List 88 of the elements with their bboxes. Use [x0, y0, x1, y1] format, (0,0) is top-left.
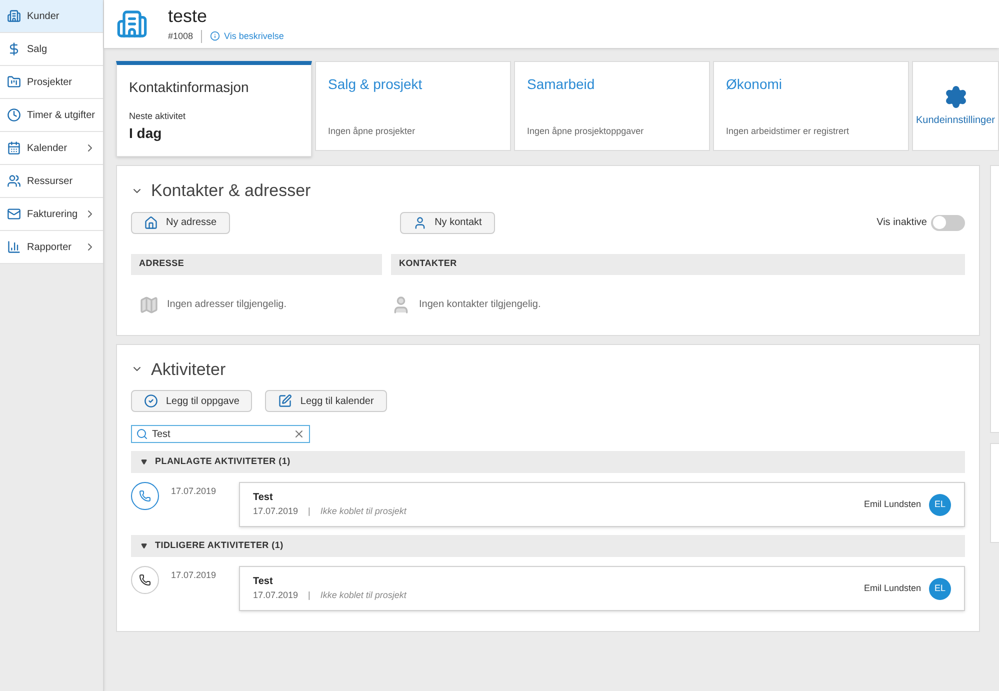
clock-icon — [7, 108, 21, 122]
sidebar-label: Timer & utgifter — [27, 108, 96, 122]
sidebar-item[interactable]: Salg — [0, 33, 103, 66]
clear-icon[interactable] — [293, 428, 305, 440]
button[interactable]: Legg til kalender — [265, 390, 387, 412]
sidebar-item[interactable]: Fakturering — [0, 198, 103, 231]
tab-value: I dag — [129, 124, 163, 143]
separator: | — [308, 505, 310, 518]
activity-date: 17.07.2019 — [253, 505, 298, 518]
owner-name: Emil Lundsten — [864, 582, 921, 595]
project-status: Ikke koblet til prosjekt — [320, 505, 406, 518]
tab[interactable]: Samarbeid Ingen åpne prosjektoppgaver — [514, 61, 710, 151]
sidebar-item[interactable]: Kunder — [0, 0, 103, 33]
column-header: ADRESSE — [131, 254, 382, 274]
customer-title: teste — [168, 5, 208, 28]
avatar: EL — [929, 494, 951, 516]
tab[interactable]: Kontaktinformasjon Neste aktivitet I dag — [116, 61, 312, 157]
sidebar-item[interactable]: Prosjekter — [0, 66, 103, 99]
description-link[interactable]: Vis beskrivelse — [202, 30, 284, 43]
caret-icon — [141, 543, 147, 549]
tab[interactable]: Kundeinnstillinger — [912, 61, 999, 151]
info-icon — [210, 31, 220, 42]
column-header: KONTAKTER — [391, 254, 965, 274]
person-icon — [412, 216, 427, 230]
edit-icon — [278, 394, 292, 408]
sidebar-label: Prosjekter — [27, 76, 74, 90]
building-icon — [116, 8, 148, 40]
tab-title: Kundeinnstillinger — [916, 114, 995, 128]
users-icon — [7, 174, 21, 188]
tab-caption: Neste aktivitet — [129, 110, 187, 122]
activity-date: 17.07.2019 — [170, 569, 218, 582]
tab[interactable]: Økonomi Ingen arbeidstimer er registrert — [713, 61, 909, 151]
toggle-label: Vis inaktive — [876, 216, 927, 230]
building-icon — [7, 9, 21, 23]
sidebar-label: Rapporter — [27, 240, 72, 254]
settings-icon — [944, 84, 968, 108]
sidebar-label: Ressurser — [27, 174, 74, 188]
tab-title: Samarbeid — [527, 75, 596, 94]
tab-title: Økonomi — [726, 75, 784, 94]
sidebar-label: Salg — [27, 42, 48, 56]
activity-title: Test — [253, 575, 274, 590]
search-field[interactable]: Test — [131, 425, 310, 443]
activity-title: Test — [253, 491, 274, 506]
owner-name: Emil Lundsten — [864, 498, 921, 511]
tab-title: Salg & prosjekt — [328, 75, 424, 94]
sidebar-item[interactable]: Timer & utgifter — [0, 99, 103, 132]
sidebar-item[interactable]: Rapporter — [0, 231, 103, 264]
dollar-icon — [7, 42, 21, 56]
empty-message: Ingen adresser tilgjengelig. — [167, 298, 287, 312]
activity-card[interactable]: Test 17.07.2019 | Ikke koblet til prosjekt Emil Lundsten EL — [239, 566, 965, 611]
activity-date: 17.07.2019 — [170, 485, 218, 498]
tab-caption: Ingen arbeidstimer er registrert — [726, 124, 850, 138]
sidebar-label: Fakturering — [27, 208, 78, 222]
folder-icon — [7, 75, 21, 89]
calendar-icon — [7, 141, 21, 155]
activity-date: 17.07.2019 — [253, 589, 298, 602]
sidebar-label: Kalender — [27, 142, 68, 156]
tab-caption: Ingen åpne prosjekter — [328, 124, 416, 138]
sidebar-label: Kunder — [27, 10, 60, 24]
caret-icon — [141, 459, 147, 465]
envelope-icon — [7, 207, 21, 221]
group-header[interactable]: PLANLAGTE AKTIVITETER (1) — [131, 451, 965, 473]
empty-message: Ingen kontakter tilgjengelig. — [419, 298, 541, 312]
group-title: PLANLAGTE AKTIVITETER (1) — [155, 455, 290, 468]
map-icon — [139, 294, 159, 314]
tab-caption: Ingen åpne prosjektoppgaver — [527, 124, 645, 138]
project-status: Ikke koblet til prosjekt — [320, 589, 406, 602]
check-circle-icon — [144, 394, 158, 408]
group-title: TIDLIGERE AKTIVITETER (1) — [155, 539, 284, 552]
tab-title: Kontaktinformasjon — [129, 78, 250, 97]
toggle-switch[interactable] — [931, 214, 965, 230]
button[interactable]: Ny adresse — [131, 212, 230, 234]
search-icon — [136, 428, 148, 440]
group-header[interactable]: TIDLIGERE AKTIVITETER (1) — [131, 535, 965, 557]
sidebar-item[interactable]: Kalender — [0, 132, 103, 165]
activity-card[interactable]: Test 17.07.2019 | Ikke koblet til prosjekt Emil Lundsten EL — [239, 482, 965, 527]
customer-number: #1008 — [168, 30, 202, 43]
tab[interactable]: Salg & prosjekt Ingen åpne prosjekter — [315, 61, 511, 151]
button[interactable]: Ny kontakt — [400, 212, 495, 234]
section-title: Kontakter & adresser — [151, 180, 311, 202]
section-title: Aktiviteter — [151, 358, 226, 380]
search-input[interactable]: Test — [152, 426, 289, 442]
separator: | — [308, 589, 310, 602]
avatar: EL — [929, 578, 951, 600]
home-icon — [144, 216, 158, 230]
bar-chart-icon — [7, 240, 21, 254]
button[interactable]: Legg til oppgave — [131, 390, 252, 412]
sidebar-item[interactable]: Ressurser — [0, 165, 103, 198]
